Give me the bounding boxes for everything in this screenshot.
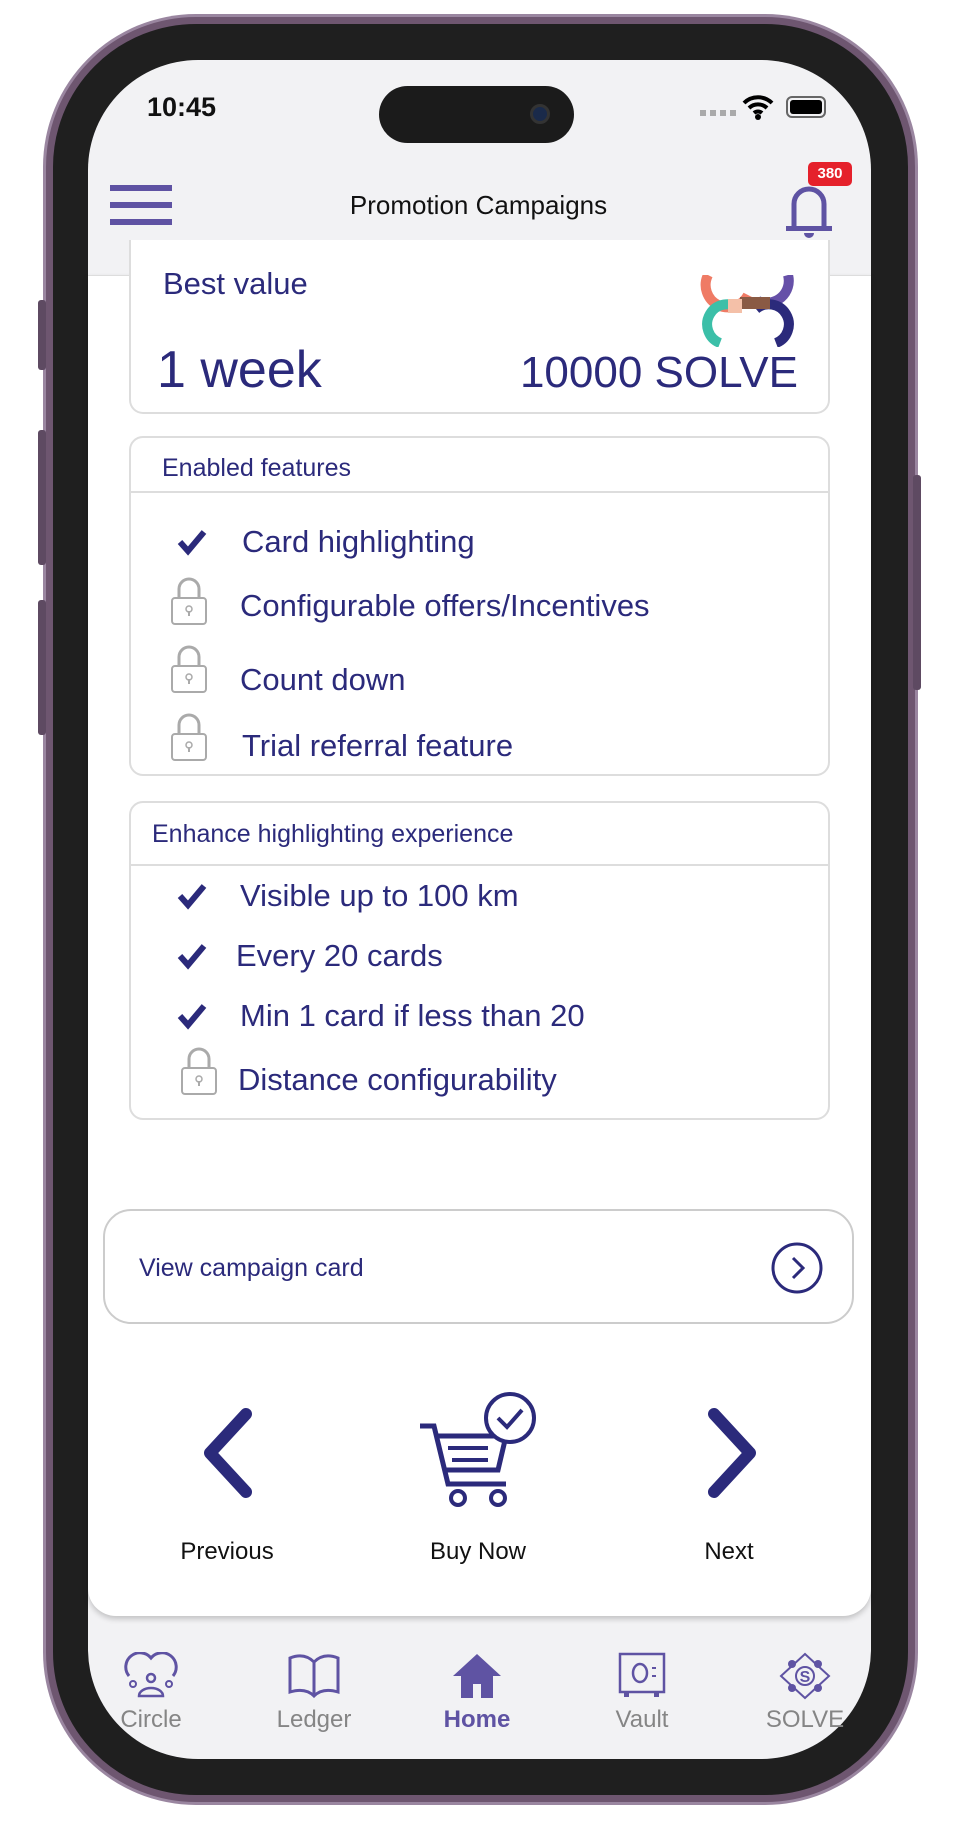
battery-icon (786, 96, 826, 118)
nav-home[interactable]: Home (417, 1706, 537, 1734)
circle-nav-icon[interactable] (123, 1652, 179, 1700)
enhance-item: Visible up to 100 km (240, 878, 519, 913)
next-label[interactable]: Next (649, 1538, 809, 1566)
plan-price: 10000 SOLVE (519, 348, 798, 397)
status-time: 10:45 (147, 92, 217, 122)
vault-nav-icon[interactable] (614, 1652, 670, 1700)
ledger-nav-icon[interactable] (286, 1652, 342, 1700)
feature-item: Count down (240, 662, 406, 697)
check-icon (177, 942, 207, 970)
divider (131, 864, 828, 866)
previous-label[interactable]: Previous (147, 1538, 307, 1566)
check-icon (177, 882, 207, 910)
signal-icon (700, 110, 736, 116)
volume-up-button (38, 430, 46, 565)
nav-solve[interactable]: SOLVE (745, 1706, 865, 1734)
lock-icon (180, 1046, 218, 1096)
lock-icon (170, 576, 208, 626)
svg-text:S: S (800, 1669, 811, 1686)
notification-badge: 380 (808, 162, 852, 186)
camera (530, 104, 550, 124)
nav-ledger[interactable]: Ledger (254, 1706, 374, 1734)
solve-nav-icon[interactable]: S (777, 1652, 833, 1700)
enhance-item: Min 1 card if less than 20 (240, 998, 585, 1033)
buy-now-button[interactable] (418, 1388, 542, 1510)
lock-icon (170, 644, 208, 694)
nav-circle[interactable]: Circle (91, 1706, 211, 1734)
feature-item: Card highlighting (242, 524, 475, 559)
check-icon (177, 1002, 207, 1030)
solve-logo-icon (700, 275, 794, 347)
feature-item: Configurable offers/Incentives (240, 588, 650, 623)
home-nav-icon[interactable] (449, 1652, 505, 1700)
power-button (913, 475, 921, 690)
next-button[interactable] (704, 1408, 760, 1498)
notification-bell-button[interactable] (782, 178, 836, 240)
chevron-right-circle-icon (771, 1242, 823, 1294)
check-icon (177, 528, 207, 556)
enabled-features-title: Enabled features (162, 454, 352, 482)
previous-button[interactable] (200, 1408, 256, 1498)
lock-icon (170, 712, 208, 762)
enhance-item: Distance configurability (238, 1062, 557, 1097)
buy-now-label[interactable]: Buy Now (398, 1538, 558, 1566)
view-campaign-card-button[interactable]: View campaign card (103, 1209, 854, 1324)
feature-item: Trial referral feature (242, 728, 514, 763)
plan-label: Best value (163, 266, 308, 301)
plan-duration: 1 week (157, 341, 322, 399)
side-button (38, 300, 46, 370)
wifi-icon (742, 95, 774, 120)
view-campaign-card-label: View campaign card (139, 1254, 364, 1282)
nav-vault[interactable]: Vault (582, 1706, 702, 1734)
divider (131, 491, 828, 493)
enhance-title: Enhance highlighting experience (152, 820, 514, 848)
volume-down-button (38, 600, 46, 735)
enhance-item: Every 20 cards (236, 938, 443, 973)
